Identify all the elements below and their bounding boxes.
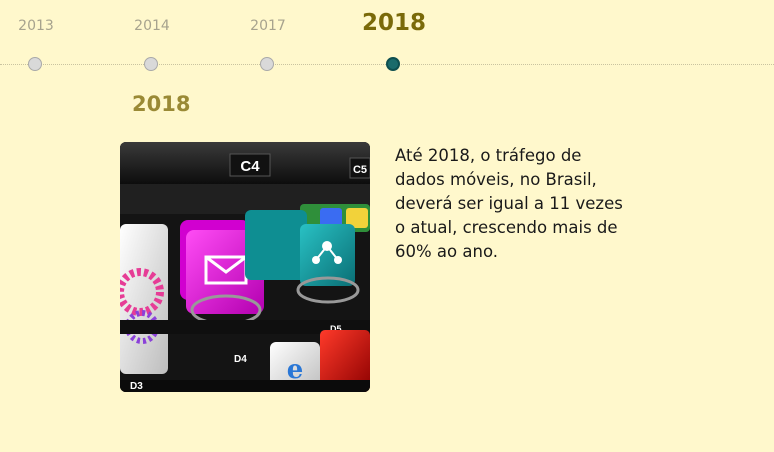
timeline-item-2017[interactable]: 2017 — [228, 0, 308, 80]
vending-machine-apps-image: C4 C5 D5 e D4 D3 — [120, 142, 370, 392]
timeline-item-2013[interactable]: 2013 — [0, 0, 76, 80]
timeline-item-2014[interactable]: 2014 — [112, 0, 192, 80]
timeline-year-label[interactable]: 2014 — [112, 18, 192, 34]
timeline-item-2018[interactable]: 2018 — [354, 0, 434, 80]
timeline-dot[interactable] — [144, 57, 158, 71]
timeline-dot-active[interactable] — [386, 57, 400, 71]
timeline: 2013 2014 2017 2018 — [0, 0, 774, 80]
timeline-dot[interactable] — [28, 57, 42, 71]
timeline-year-label[interactable]: 2013 — [0, 18, 76, 34]
slot-label-c4: C4 — [240, 158, 260, 175]
description-text: Até 2018, o tráfego de dados móveis, no … — [395, 146, 623, 261]
timeline-year-label[interactable]: 2017 — [228, 18, 308, 34]
timeline-dot[interactable] — [260, 57, 274, 71]
slot-label-d4: D4 — [234, 354, 247, 365]
timeline-year-label-active[interactable]: 2018 — [354, 10, 434, 36]
section-title: 2018 — [132, 92, 191, 116]
slot-label-d3: D3 — [130, 381, 143, 392]
slot-label-c5: C5 — [353, 164, 367, 176]
